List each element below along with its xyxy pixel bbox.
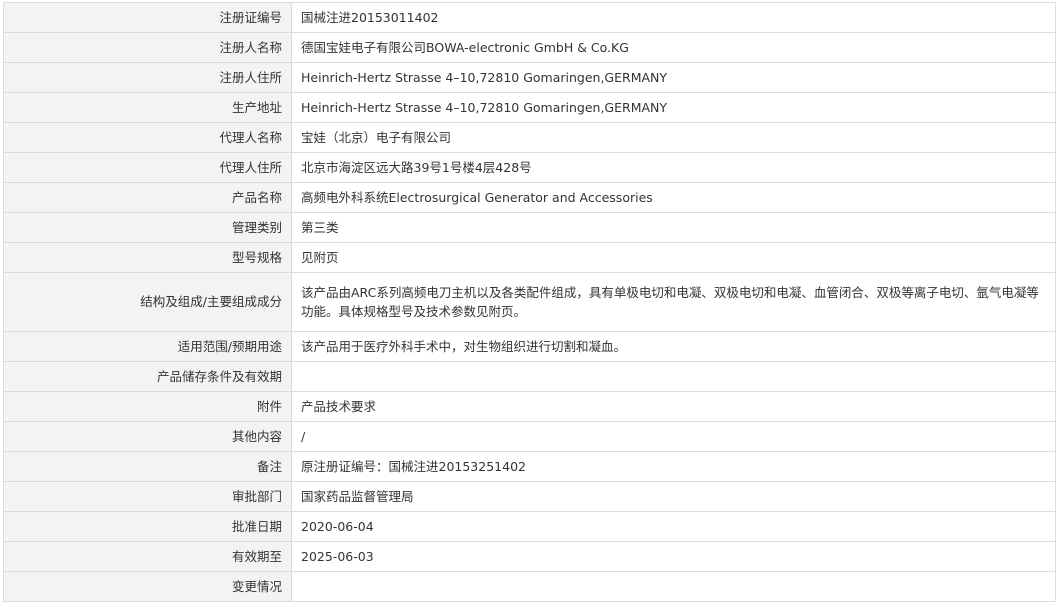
- table-row: 生产地址 Heinrich-Hertz Strasse 4–10,72810 G…: [3, 92, 1056, 123]
- field-value: 第三类: [291, 212, 1056, 243]
- field-label: 有效期至: [3, 541, 292, 572]
- table-row: 注册人住所 Heinrich-Hertz Strasse 4–10,72810 …: [3, 62, 1056, 93]
- field-value: /: [291, 421, 1056, 452]
- table-row: 变更情况: [3, 571, 1056, 602]
- table-row: 产品储存条件及有效期: [3, 361, 1056, 392]
- table-row: 代理人名称 宝娃（北京）电子有限公司: [3, 122, 1056, 153]
- field-value: 国械注进20153011402: [291, 2, 1056, 33]
- table-row: 审批部门 国家药品监督管理局: [3, 481, 1056, 512]
- table-row: 有效期至 2025-06-03: [3, 541, 1056, 572]
- table-row: 注册人名称 德国宝娃电子有限公司BOWA-electronic GmbH & C…: [3, 32, 1056, 63]
- field-value: 见附页: [291, 242, 1056, 273]
- table-row: 代理人住所 北京市海淀区远大路39号1号楼4层428号: [3, 152, 1056, 183]
- field-value: 北京市海淀区远大路39号1号楼4层428号: [291, 152, 1056, 183]
- table-row: 适用范围/预期用途 该产品用于医疗外科手术中，对生物组织进行切割和凝血。: [3, 331, 1056, 362]
- field-value: 宝娃（北京）电子有限公司: [291, 122, 1056, 153]
- field-value: 2025-06-03: [291, 541, 1056, 572]
- field-label: 代理人名称: [3, 122, 292, 153]
- field-label: 生产地址: [3, 92, 292, 123]
- table-row: 其他内容 /: [3, 421, 1056, 452]
- field-label: 产品名称: [3, 182, 292, 213]
- field-value: 高频电外科系统Electrosurgical Generator and Acc…: [291, 182, 1056, 213]
- field-value: 2020-06-04: [291, 511, 1056, 542]
- field-label: 附件: [3, 391, 292, 422]
- field-value: 产品技术要求: [291, 391, 1056, 422]
- table-row: 产品名称 高频电外科系统Electrosurgical Generator an…: [3, 182, 1056, 213]
- table-row: 批准日期 2020-06-04: [3, 511, 1056, 542]
- field-value: Heinrich-Hertz Strasse 4–10,72810 Gomari…: [291, 92, 1056, 123]
- field-value: 该产品由ARC系列高频电刀主机以及各类配件组成，具有单极电切和电凝、双极电切和电…: [291, 272, 1056, 332]
- field-value: [291, 571, 1056, 602]
- field-label: 代理人住所: [3, 152, 292, 183]
- table-row: 型号规格 见附页: [3, 242, 1056, 273]
- field-label: 注册人名称: [3, 32, 292, 63]
- field-label: 适用范围/预期用途: [3, 331, 292, 362]
- field-label: 型号规格: [3, 242, 292, 273]
- table-row: 管理类别 第三类: [3, 212, 1056, 243]
- field-value: 德国宝娃电子有限公司BOWA-electronic GmbH & Co.KG: [291, 32, 1056, 63]
- field-label: 结构及组成/主要组成成分: [3, 272, 292, 332]
- field-label: 其他内容: [3, 421, 292, 452]
- field-label: 注册人住所: [3, 62, 292, 93]
- field-value: 原注册证编号：国械注进20153251402: [291, 451, 1056, 482]
- registration-record-table: 注册证编号 国械注进20153011402 注册人名称 德国宝娃电子有限公司BO…: [3, 2, 1056, 602]
- table-row: 附件 产品技术要求: [3, 391, 1056, 422]
- field-label: 注册证编号: [3, 2, 292, 33]
- field-value: 该产品用于医疗外科手术中，对生物组织进行切割和凝血。: [291, 331, 1056, 362]
- field-label: 变更情况: [3, 571, 292, 602]
- table-row: 注册证编号 国械注进20153011402: [3, 2, 1056, 33]
- table-row: 备注 原注册证编号：国械注进20153251402: [3, 451, 1056, 482]
- field-value: 国家药品监督管理局: [291, 481, 1056, 512]
- field-value: [291, 361, 1056, 392]
- field-label: 审批部门: [3, 481, 292, 512]
- field-label: 备注: [3, 451, 292, 482]
- field-label: 批准日期: [3, 511, 292, 542]
- field-label: 产品储存条件及有效期: [3, 361, 292, 392]
- table-row: 结构及组成/主要组成成分 该产品由ARC系列高频电刀主机以及各类配件组成，具有单…: [3, 272, 1056, 332]
- field-label: 管理类别: [3, 212, 292, 243]
- field-value: Heinrich-Hertz Strasse 4–10,72810 Gomari…: [291, 62, 1056, 93]
